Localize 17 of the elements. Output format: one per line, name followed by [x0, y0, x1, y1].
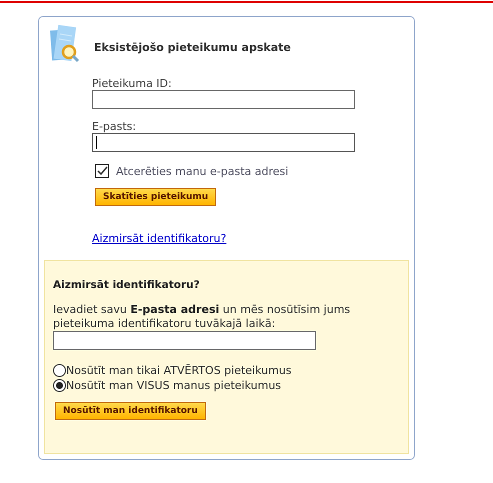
radio-button[interactable] — [53, 379, 66, 392]
checkbox-label: Atcerēties manu e-pasta adresi — [116, 164, 288, 178]
panel-title: Aizmirsāt identifikatoru? — [53, 279, 201, 291]
field-label: Pieteikuma ID: — [92, 77, 173, 90]
page-title: Eksistējošo pieteikumu apskate — [94, 40, 291, 54]
radio-button[interactable] — [53, 364, 66, 377]
send-button[interactable]: Nosūtīt man identifikatoru — [55, 402, 206, 420]
view-button[interactable]: Skatīties pieteikumu — [95, 188, 216, 206]
field-label: E-pasts: — [92, 120, 138, 133]
radio-label: Nosūtīt man tikai ATVĒRTOS pieteikumus — [66, 364, 292, 377]
input-field[interactable] — [53, 331, 316, 350]
forgot-link[interactable]: Aizmirsāt identifikatoru? — [92, 232, 226, 245]
instruction-text: Ievadiet savu E-pasta adresi un mēs nosūtīsim jums pieteikuma identifikatoru tuvākajā laikā: — [53, 303, 352, 331]
radio-label: Nosūtīt man VISUS manus pieteikumus — [66, 379, 282, 392]
input-field[interactable] — [92, 90, 355, 109]
checkbox[interactable] — [95, 164, 109, 178]
input-field[interactable] — [92, 133, 355, 152]
